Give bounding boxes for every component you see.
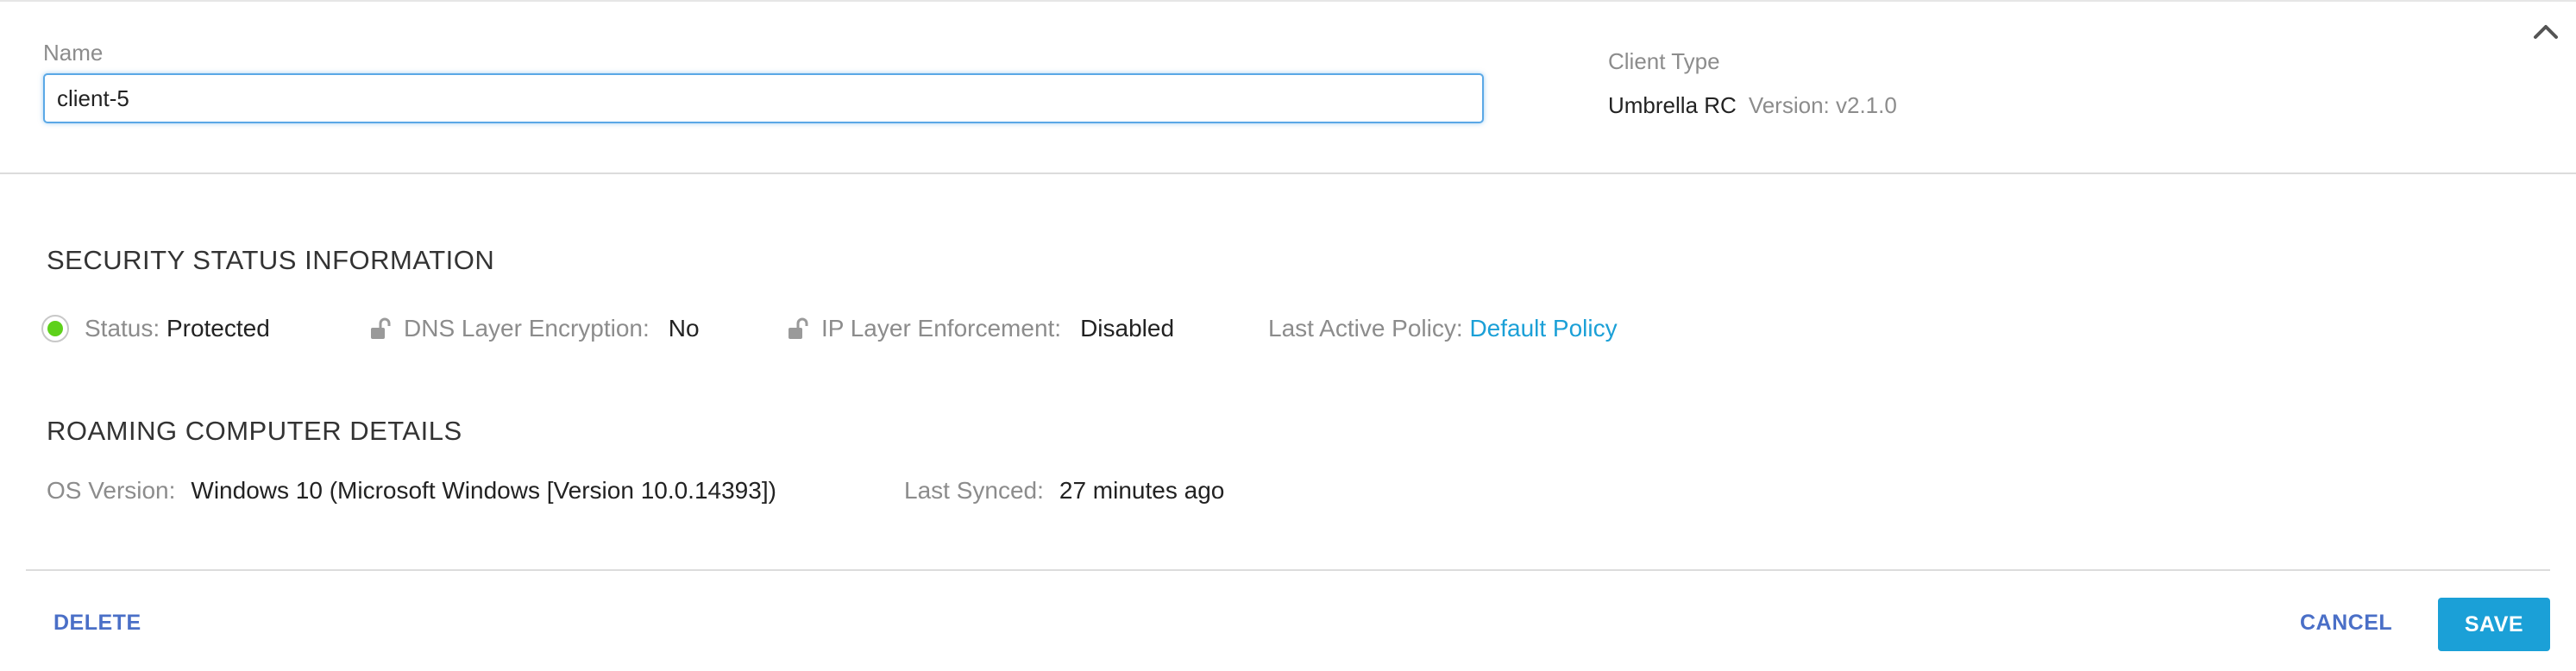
- client-type-value: Umbrella RC: [1608, 92, 1737, 118]
- details-row: OS Version: Windows 10 (Microsoft Windows…: [0, 473, 2576, 508]
- status-value: Protected: [166, 315, 270, 342]
- security-section-title: SECURITY STATUS INFORMATION: [47, 245, 495, 275]
- client-edit-panel: Name Client Type Umbrella RC Version: v2.…: [0, 0, 2576, 671]
- dns-encryption-label: DNS Layer Encryption:: [404, 315, 650, 342]
- last-policy-label: Last Active Policy:: [1268, 315, 1463, 342]
- name-input[interactable]: [43, 73, 1484, 123]
- last-synced-value: 27 minutes ago: [1059, 477, 1225, 504]
- client-version: Version: v2.1.0: [1748, 92, 1897, 118]
- status-item: Status: Protected: [41, 311, 270, 346]
- last-synced-item: Last Synced: 27 minutes ago: [904, 473, 1224, 508]
- security-status-row: Status: Protected DNS Layer Encryption: N…: [0, 311, 2576, 346]
- footer-divider: [26, 569, 2550, 571]
- os-version-item: OS Version: Windows 10 (Microsoft Windows…: [47, 473, 776, 508]
- unlocked-lock-icon: [371, 317, 391, 339]
- cancel-button[interactable]: CANCEL: [2300, 611, 2392, 636]
- dns-encryption-item: DNS Layer Encryption: No: [369, 311, 700, 346]
- ip-enforcement-item: IP Layer Enforcement: Disabled: [787, 311, 1174, 346]
- delete-button[interactable]: DELETE: [53, 611, 141, 636]
- details-section-title: ROAMING COMPUTER DETAILS: [47, 416, 462, 446]
- os-version-label: OS Version:: [47, 477, 176, 504]
- os-version-value: Windows 10 (Microsoft Windows [Version 1…: [191, 477, 776, 504]
- client-type: Umbrella RC Version: v2.1.0: [1608, 92, 1897, 119]
- client-header: Name Client Type Umbrella RC Version: v2.…: [0, 2, 2576, 174]
- name-label: Name: [43, 40, 104, 66]
- status-label: Status:: [85, 315, 160, 342]
- status-indicator-icon: [41, 315, 69, 342]
- ip-enforcement-value: Disabled: [1080, 315, 1175, 342]
- save-button[interactable]: SAVE: [2438, 598, 2550, 651]
- client-type-label: Client Type: [1608, 48, 1720, 74]
- chevron-up-icon[interactable]: [2531, 21, 2560, 43]
- dns-encryption-value: No: [668, 315, 700, 342]
- last-synced-label: Last Synced:: [904, 477, 1044, 504]
- default-policy-link[interactable]: Default Policy: [1469, 315, 1617, 342]
- ip-enforcement-label: IP Layer Enforcement:: [821, 315, 1062, 342]
- last-policy-item: Last Active Policy: Default Policy: [1268, 311, 1618, 346]
- unlocked-lock-icon: [789, 317, 808, 339]
